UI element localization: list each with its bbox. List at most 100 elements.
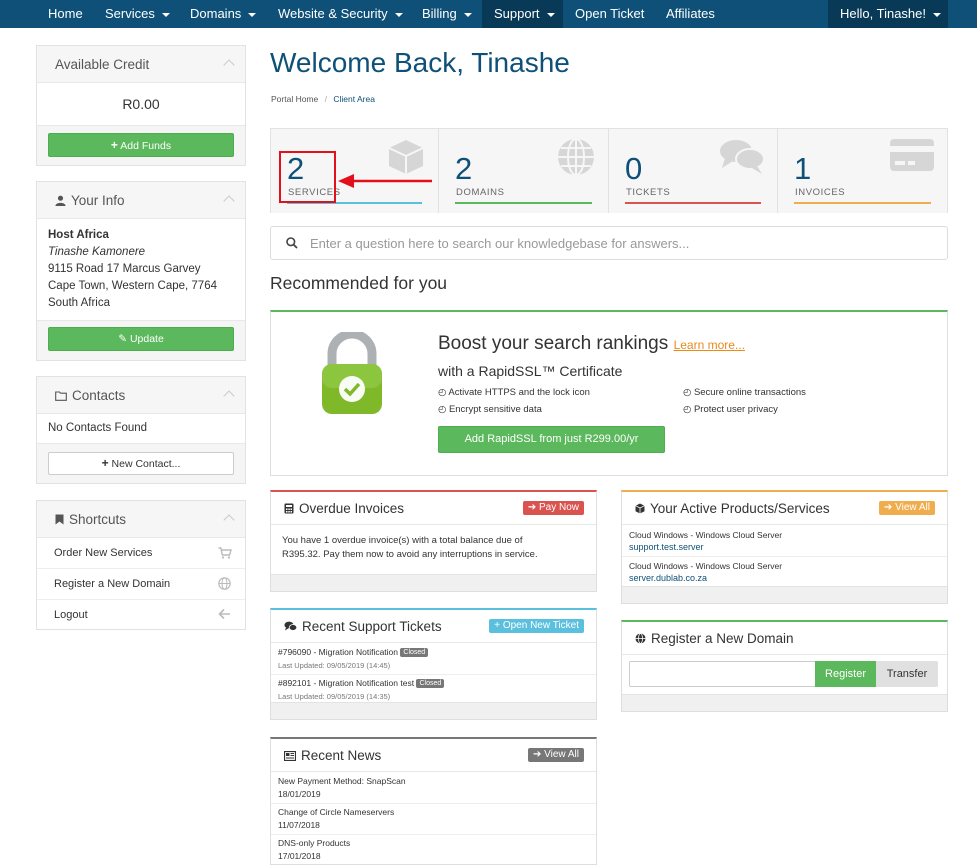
chevron-up-icon[interactable] <box>223 390 235 402</box>
chevron-down-icon <box>394 12 403 17</box>
product-domain[interactable]: server.dublab.co.za <box>629 573 707 583</box>
annotation-highlight-box <box>279 151 336 203</box>
register-domain-header: Register a New Domain <box>622 622 947 655</box>
knowledgebase-search-input[interactable]: Enter a question here to search our know… <box>270 226 948 260</box>
nav-support[interactable]: Support <box>482 0 563 28</box>
plus-icon: + <box>110 138 118 152</box>
breadcrumb-current: Client Area <box>333 94 375 104</box>
product-domain[interactable]: support.test.server <box>629 542 704 552</box>
nav-website-security[interactable]: Website & Security <box>278 0 403 28</box>
your-info-panel: Your Info Host Africa Tinashe Kamonere 9… <box>36 181 246 361</box>
panel-footer <box>622 694 947 711</box>
your-info-header[interactable]: Your Info <box>37 182 245 219</box>
globe-icon <box>635 633 646 644</box>
shortcut-logout[interactable]: Logout <box>37 600 245 631</box>
info-address-line2: Cape Town, Western Cape, 7764 <box>48 280 217 292</box>
plus-icon: + <box>494 620 501 631</box>
news-item[interactable]: New Payment Method: SnapScan 18/01/2019 <box>271 773 596 804</box>
no-contacts-text: No Contacts Found <box>48 422 148 434</box>
chevron-down-icon <box>933 12 941 17</box>
learn-more-link[interactable]: Learn more... <box>674 338 745 352</box>
newspaper-icon <box>283 750 297 762</box>
overdue-text: R395.32. Pay them now to avoid any inter… <box>282 549 538 560</box>
nav-domains[interactable]: Domains <box>190 0 257 28</box>
plus-icon: + <box>101 456 109 470</box>
folder-icon <box>55 391 67 401</box>
check-circle-icon: ◴ <box>683 404 692 415</box>
stat-tickets[interactable]: 0 TICKETS <box>609 128 778 213</box>
new-contact-button[interactable]: + New Contact... <box>48 452 234 475</box>
search-icon <box>286 237 298 249</box>
credit-panel: Available Credit R0.00 + Add Funds <box>36 45 246 166</box>
nav-open-ticket[interactable]: Open Ticket <box>575 0 644 28</box>
recent-tickets-panel: Recent Support Tickets + Open New Ticket… <box>270 608 597 720</box>
arrow-left-icon <box>218 608 230 620</box>
domain-search-input[interactable] <box>629 661 816 687</box>
chevron-down-icon <box>546 12 555 17</box>
padlock-icon <box>322 332 382 414</box>
cube-icon <box>635 503 645 514</box>
stat-domains[interactable]: 2 DOMAINS <box>439 128 609 213</box>
stat-invoices[interactable]: 1 INVOICES <box>778 128 948 213</box>
open-new-ticket-button[interactable]: + Open New Ticket <box>489 619 584 633</box>
panel-footer <box>271 702 596 719</box>
contacts-header[interactable]: Contacts <box>37 377 245 414</box>
product-item[interactable]: Cloud Windows - Windows Cloud Server ser… <box>622 557 947 588</box>
nav-billing[interactable]: Billing <box>422 0 472 28</box>
recent-news-header: Recent News ➔ View All <box>271 739 596 772</box>
breadcrumb-separator: / <box>324 94 327 104</box>
ticket-item[interactable]: #796090 - Migration Notification Closed … <box>271 644 596 675</box>
shortcuts-panel: Shortcuts Order New Services Register a … <box>36 500 246 630</box>
promo-feature: ◴ Secure online transactions <box>683 387 806 398</box>
check-circle-icon: ◴ <box>683 387 692 398</box>
shortcut-order-services[interactable]: Order New Services <box>37 538 245 569</box>
transfer-button[interactable]: Transfer <box>876 661 938 687</box>
nav-services[interactable]: Services <box>105 0 170 28</box>
chevron-down-icon <box>248 12 257 17</box>
breadcrumb-home[interactable]: Portal Home <box>271 94 318 104</box>
add-funds-button[interactable]: + Add Funds <box>48 133 234 157</box>
credit-panel-header[interactable]: Available Credit <box>37 46 245 83</box>
chevron-up-icon[interactable] <box>223 514 235 526</box>
active-products-panel: Your Active Products/Services ➔ View All… <box>621 490 948 604</box>
annotation-arrow <box>338 174 432 188</box>
news-item[interactable]: DNS-only Products 17/01/2018 <box>271 835 596 866</box>
promo-feature: ◴ Protect user privacy <box>683 404 778 415</box>
update-info-button[interactable]: ✎ Update <box>48 327 234 351</box>
add-rapidssl-button[interactable]: Add RapidSSL from just R299.00/yr <box>438 426 665 453</box>
arrow-right-icon: ➔ <box>532 749 542 760</box>
news-item[interactable]: Change of Circle Nameservers 11/07/2018 <box>271 804 596 835</box>
stat-tickets-number: 0 <box>625 151 643 186</box>
credit-card-icon <box>890 139 934 171</box>
chevron-down-icon <box>463 12 472 17</box>
view-all-products-button[interactable]: ➔ View All <box>878 501 935 515</box>
stat-invoices-label: INVOICES <box>795 187 846 198</box>
arrow-right-icon: ➔ <box>527 502 537 513</box>
chevron-up-icon[interactable] <box>223 195 235 207</box>
chevron-up-icon[interactable] <box>223 59 235 71</box>
shortcut-register-domain[interactable]: Register a New Domain <box>37 569 245 600</box>
nav-affiliates[interactable]: Affiliates <box>666 0 715 28</box>
info-name: Tinashe Kamonere <box>48 246 146 258</box>
contacts-panel: Contacts No Contacts Found + New Contact… <box>36 376 246 484</box>
shortcuts-header[interactable]: Shortcuts <box>37 501 245 538</box>
overdue-invoices-panel: Overdue Invoices ➔ Pay Now You have 1 ov… <box>270 490 597 592</box>
promo-feature: ◴ Encrypt sensitive data <box>438 404 542 415</box>
nav-user-menu[interactable]: Hello, Tinashe! <box>828 0 948 28</box>
product-item[interactable]: Cloud Windows - Windows Cloud Server sup… <box>622 526 947 557</box>
top-navbar: Home Services Domains Website & Security… <box>0 0 977 28</box>
panel-footer <box>271 574 596 591</box>
overdue-text: You have 1 overdue invoice(s) with a tot… <box>282 535 523 546</box>
pay-now-button[interactable]: ➔ Pay Now <box>522 501 584 515</box>
nav-home[interactable]: Home <box>48 0 83 28</box>
register-button[interactable]: Register <box>815 661 876 687</box>
stat-domains-label: DOMAINS <box>456 187 505 198</box>
cube-icon <box>388 140 424 174</box>
calculator-icon <box>284 503 294 514</box>
view-all-news-button[interactable]: ➔ View All <box>527 748 584 762</box>
recommended-heading: Recommended for you <box>270 273 448 293</box>
status-badge: Closed <box>400 648 429 658</box>
stat-invoices-number: 1 <box>794 151 812 186</box>
recent-tickets-header: Recent Support Tickets + Open New Ticket <box>271 610 596 643</box>
status-badge: Closed <box>416 679 445 689</box>
